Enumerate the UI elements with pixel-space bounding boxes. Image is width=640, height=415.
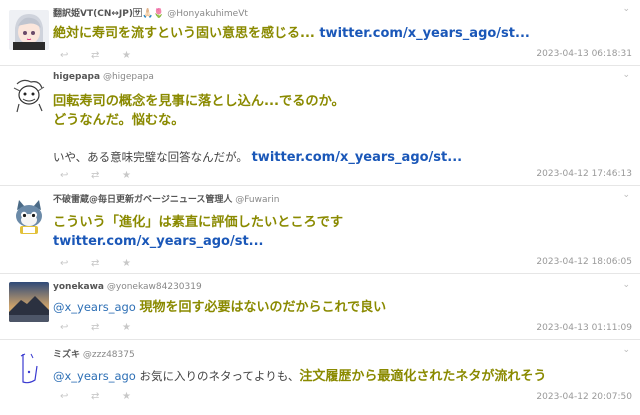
reply-icon[interactable]: ↩	[60, 170, 91, 181]
timestamp[interactable]: 2023-04-12 18:06:05	[536, 257, 632, 267]
tweet-actions: ↩ ⇄ ★	[60, 391, 153, 402]
tweet-link[interactable]: twitter.com/x_years_ago/st...	[319, 26, 529, 41]
tweet-line: 回転寿司の概念を見事に落とし込ん...でるのか。	[53, 92, 628, 111]
tweet-text: こういう「進化」は素直に評価したいところです twitter.com/x_year…	[53, 213, 628, 251]
tweet: 翻訳姫VT(CN↔JP)🈂🙏🏻🌷 @HonyakuhimeVt ⌄ 絶対に寿司を…	[0, 0, 640, 66]
avatar[interactable]	[9, 348, 49, 388]
tweet-actions: ↩ ⇄ ★	[60, 322, 153, 333]
retweet-icon[interactable]: ⇄	[91, 391, 122, 402]
display-name[interactable]: 不破雷蔵@毎日更新ガベージニュース管理人	[53, 195, 232, 205]
user-handle[interactable]: @yonekaw84230319	[107, 282, 202, 292]
emphasis-text: 現物を回す必要はないのだからこれで良い	[139, 300, 387, 315]
display-name[interactable]: ミズキ	[53, 350, 80, 360]
emphasis-text: こういう「進化」は素直に評価したいところです	[53, 215, 344, 230]
timestamp[interactable]: 2023-04-13 01:11:09	[536, 323, 632, 333]
mention-link[interactable]: @x_years_ago	[53, 300, 140, 314]
chevron-down-icon[interactable]: ⌄	[622, 345, 630, 355]
emphasis-text: 絶対に寿司を流すという固い意思を感じる...	[53, 26, 320, 41]
timestamp[interactable]: 2023-04-13 06:18:31	[536, 49, 632, 59]
reply-icon[interactable]: ↩	[60, 322, 91, 333]
retweet-icon[interactable]: ⇄	[91, 322, 122, 333]
tweet-line: @x_years_ago お気に入りのネタってよりも、注文履歴から最適化されたネ…	[53, 367, 628, 386]
display-name[interactable]: 翻訳姫VT(CN↔JP)🈂🙏🏻🌷	[53, 9, 164, 19]
mention-link[interactable]: @x_years_ago	[53, 369, 140, 383]
tweet-line: どうなんだ。悩むな。	[53, 111, 628, 130]
tweet-link[interactable]: twitter.com/x_years_ago/st...	[252, 150, 462, 165]
tweet-actions: ↩ ⇄ ★	[60, 50, 153, 61]
tweet: higepapa @higepapa ⌄ 回転寿司の概念を見事に落とし込ん...…	[0, 66, 640, 186]
like-icon[interactable]: ★	[122, 258, 153, 269]
user-handle[interactable]: @zzz48375	[83, 350, 135, 360]
tweet-text: 回転寿司の概念を見事に落とし込ん...でるのか。 どうなんだ。悩むな。 いや、ある…	[53, 92, 628, 167]
tweet-feed: 翻訳姫VT(CN↔JP)🈂🙏🏻🌷 @HonyakuhimeVt ⌄ 絶対に寿司を…	[0, 0, 640, 415]
reply-icon[interactable]: ↩	[60, 258, 91, 269]
chevron-down-icon[interactable]: ⌄	[622, 280, 630, 290]
retweet-icon[interactable]: ⇄	[91, 258, 122, 269]
avatar[interactable]	[9, 196, 49, 236]
emphasis-text: どうなんだ。悩むな。	[53, 113, 185, 128]
tweet-actions: ↩ ⇄ ★	[60, 170, 153, 181]
like-icon[interactable]: ★	[122, 322, 153, 333]
body-text: お気に入りのネタってよりも、	[139, 369, 300, 383]
tweet-header: 翻訳姫VT(CN↔JP)🈂🙏🏻🌷 @HonyakuhimeVt	[53, 6, 248, 19]
display-name[interactable]: higepapa	[53, 72, 100, 82]
tweet: 不破雷蔵@毎日更新ガベージニュース管理人 @Fuwarin ⌄ こういう「進化」…	[0, 186, 640, 274]
avatar[interactable]	[9, 74, 49, 114]
retweet-icon[interactable]: ⇄	[91, 50, 122, 61]
tweet-header: higepapa @higepapa	[53, 72, 154, 82]
tweet-actions: ↩ ⇄ ★	[60, 258, 153, 269]
tweet-line: @x_years_ago 現物を回す必要はないのだからこれで良い	[53, 298, 628, 317]
user-handle[interactable]: @HonyakuhimeVt	[167, 9, 248, 19]
chevron-down-icon[interactable]: ⌄	[622, 4, 630, 14]
emphasis-text: 回転寿司の概念を見事に落とし込ん...でるのか。	[53, 94, 345, 109]
body-text: いや、ある意味完璧な回答なんだが。	[53, 150, 252, 164]
tweet-line: いや、ある意味完璧な回答なんだが。 twitter.com/x_years_ag…	[53, 148, 628, 167]
tweet-header: yonekawa @yonekaw84230319	[53, 282, 202, 292]
tweet-line	[53, 130, 628, 148]
tweet: ミズキ @zzz48375 ⌄ @x_years_ago お気に入りのネタってよ…	[0, 340, 640, 415]
retweet-icon[interactable]: ⇄	[91, 170, 122, 181]
like-icon[interactable]: ★	[122, 170, 153, 181]
emphasis-text: 注文履歴から最適化されたネタが流れそう	[299, 369, 547, 384]
reply-icon[interactable]: ↩	[60, 50, 91, 61]
avatar[interactable]	[9, 10, 49, 50]
tweet: yonekawa @yonekaw84230319 ⌄ @x_years_ago…	[0, 274, 640, 340]
tweet-header: ミズキ @zzz48375	[53, 347, 135, 360]
chevron-down-icon[interactable]: ⌄	[622, 190, 630, 200]
tweet-text: 絶対に寿司を流すという固い意思を感じる... twitter.com/x_yea…	[53, 24, 628, 43]
tweet-link[interactable]: twitter.com/x_years_ago/st...	[53, 234, 263, 249]
user-handle[interactable]: @higepapa	[103, 72, 154, 82]
timestamp[interactable]: 2023-04-12 17:46:13	[536, 169, 632, 179]
tweet-line: 絶対に寿司を流すという固い意思を感じる... twitter.com/x_yea…	[53, 24, 628, 43]
tweet-line: こういう「進化」は素直に評価したいところです	[53, 213, 628, 232]
like-icon[interactable]: ★	[122, 50, 153, 61]
avatar[interactable]	[9, 282, 49, 322]
user-handle[interactable]: @Fuwarin	[235, 195, 279, 205]
tweet-text: @x_years_ago お気に入りのネタってよりも、注文履歴から最適化されたネ…	[53, 367, 628, 386]
tweet-header: 不破雷蔵@毎日更新ガベージニュース管理人 @Fuwarin	[53, 192, 279, 205]
tweet-line: twitter.com/x_years_ago/st...	[53, 232, 628, 251]
reply-icon[interactable]: ↩	[60, 391, 91, 402]
display-name[interactable]: yonekawa	[53, 282, 104, 292]
chevron-down-icon[interactable]: ⌄	[622, 70, 630, 80]
tweet-text: @x_years_ago 現物を回す必要はないのだからこれで良い	[53, 298, 628, 317]
timestamp[interactable]: 2023-04-12 20:07:50	[536, 392, 632, 402]
like-icon[interactable]: ★	[122, 391, 153, 402]
